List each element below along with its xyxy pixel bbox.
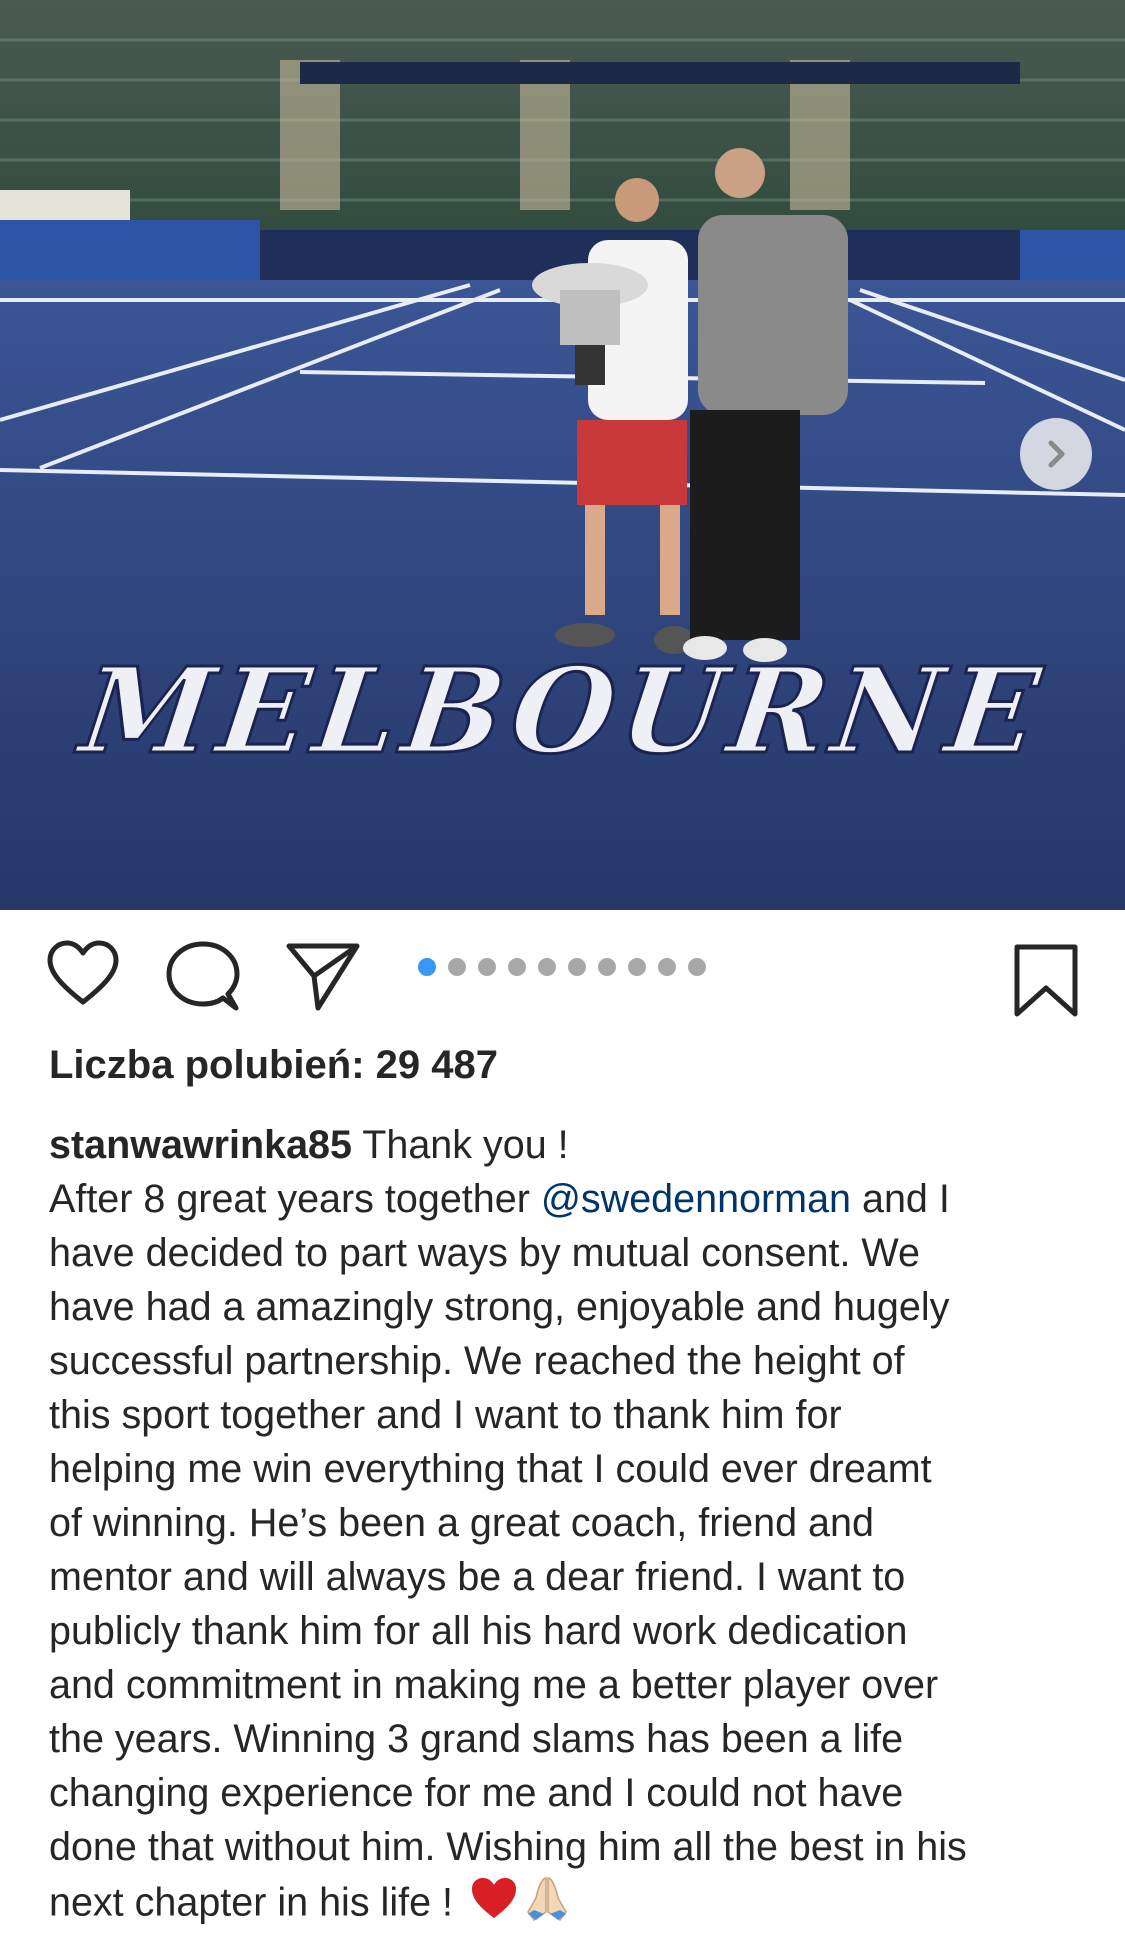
bookmark-icon — [1014, 944, 1078, 1017]
red-heart-icon — [471, 1878, 516, 1918]
post-photo[interactable]: MELBOURNE — [0, 0, 1125, 910]
carousel-dot — [508, 958, 526, 976]
caption-text: next chapter in his life ! — [49, 1880, 464, 1925]
likes-count[interactable]: Liczba polubień: 29 487 — [49, 1043, 498, 1088]
caption-line: changing experience for me and I could n… — [49, 1771, 904, 1815]
praying-hands-icon — [527, 1877, 567, 1922]
chevron-right-icon — [1048, 440, 1065, 468]
share-button[interactable] — [286, 940, 360, 1017]
carousel-dot — [598, 958, 616, 976]
carousel-next-button[interactable] — [1020, 418, 1092, 490]
paper-plane-icon — [286, 943, 360, 1011]
carousel-dot — [658, 958, 676, 976]
comment-icon — [166, 941, 240, 1011]
caption-first-text: Thank you ! — [351, 1123, 569, 1167]
carousel-dot — [448, 958, 466, 976]
caption-line-2: After 8 great years together @swedennorm… — [49, 1172, 1089, 1226]
heart-icon — [47, 940, 119, 1005]
court-lettering: MELBOURNE — [60, 641, 1066, 780]
caption-line: successful partnership. We reached the h… — [49, 1339, 905, 1383]
caption-line: this sport together and I want to thank … — [49, 1393, 842, 1437]
caption-line: publicly thank him for all his hard work… — [49, 1609, 908, 1653]
caption-line: have had a amazingly strong, enjoyable a… — [49, 1285, 950, 1329]
caption-line-1: stanwawrinka85 Thank you ! — [49, 1118, 1089, 1172]
caption-line: have decided to part ways by mutual cons… — [49, 1231, 920, 1275]
caption-line: and commitment in making me a better pla… — [49, 1663, 939, 1707]
caption-text: After 8 great years together — [49, 1177, 541, 1221]
mention-link[interactable]: @swedennorman — [541, 1177, 851, 1221]
heart-emoji — [470, 1876, 518, 1934]
caption-text: and I — [851, 1177, 950, 1221]
caption-line: the years. Winning 3 grand slams has bee… — [49, 1717, 904, 1761]
praying-hands-emoji — [524, 1874, 570, 1936]
carousel-dot — [688, 958, 706, 976]
post-caption: stanwawrinka85 Thank you ! After 8 great… — [49, 1118, 1089, 1936]
carousel-dot — [628, 958, 646, 976]
comment-button[interactable] — [166, 940, 240, 1017]
save-button[interactable] — [1013, 944, 1079, 1023]
caption-username[interactable]: stanwawrinka85 — [49, 1123, 352, 1167]
like-button[interactable] — [46, 940, 120, 1011]
caption-line: done that without him. Wishing him all t… — [49, 1825, 967, 1869]
carousel-dot — [418, 958, 436, 976]
photo-scene: MELBOURNE — [0, 0, 1125, 910]
carousel-dot — [538, 958, 556, 976]
caption-line: mentor and will always be a dear friend.… — [49, 1555, 906, 1599]
carousel-dot — [568, 958, 586, 976]
carousel-dot — [478, 958, 496, 976]
carousel-indicator — [418, 958, 706, 976]
caption-line: helping me win everything that I could e… — [49, 1447, 932, 1491]
caption-last-line: next chapter in his life ! — [49, 1874, 1089, 1936]
caption-line: of winning. He’s been a great coach, fri… — [49, 1501, 874, 1545]
